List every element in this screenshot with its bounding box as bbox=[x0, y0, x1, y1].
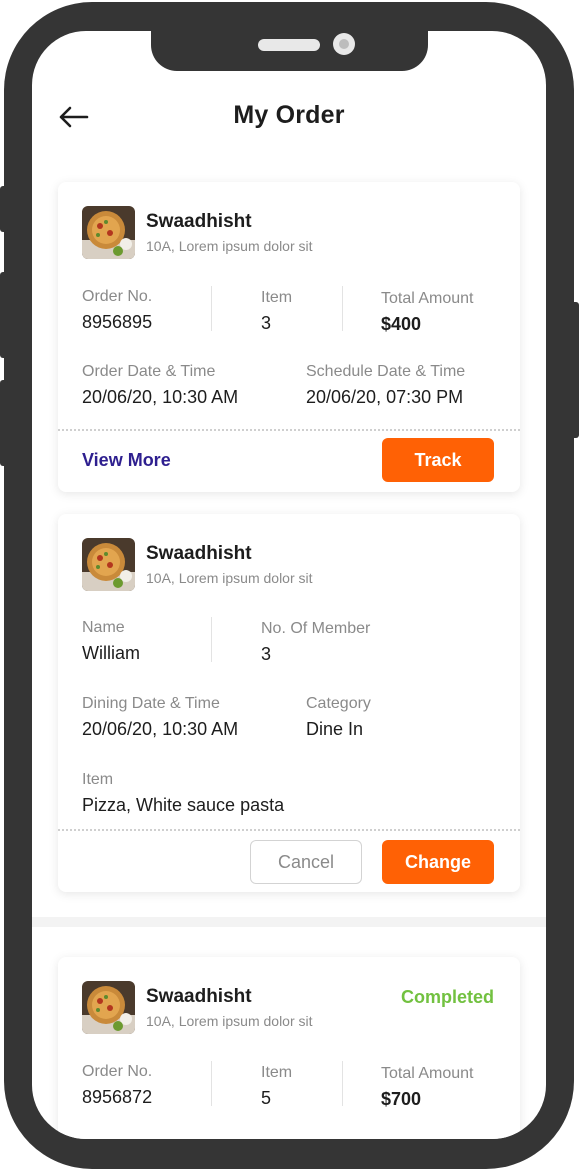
front-camera bbox=[333, 33, 355, 55]
name-value: William bbox=[82, 643, 140, 663]
phone-power-button bbox=[571, 302, 579, 438]
schedule-date-value: 20/06/20, 07:30 PM bbox=[306, 387, 464, 407]
members-value: 3 bbox=[261, 644, 272, 664]
item-count: 5 bbox=[261, 1088, 272, 1108]
food-thumbnail bbox=[82, 981, 135, 1034]
dining-date-label: Dining Date & Time bbox=[82, 695, 220, 712]
restaurant-name: Swaadhisht bbox=[146, 211, 252, 232]
dotted-divider bbox=[58, 429, 520, 431]
order-card: Swaadhisht 10A, Lorem ipsum dolor sit Co… bbox=[58, 957, 520, 1139]
order-no-value: 8956895 bbox=[82, 312, 153, 332]
app-screen: My Order Swaadhisht 10A, Lorem ipsum dol… bbox=[32, 31, 546, 1139]
order-card: Swaadhisht 10A, Lorem ipsum dolor sit Or… bbox=[58, 182, 520, 492]
section-divider bbox=[32, 917, 546, 927]
item-label: Item bbox=[261, 1064, 293, 1081]
dotted-divider bbox=[58, 829, 520, 831]
phone-mute-button bbox=[0, 186, 8, 232]
phone-notch bbox=[151, 28, 428, 71]
phone-volume-up-button bbox=[0, 272, 8, 358]
item-label: Item bbox=[261, 289, 293, 306]
category-value: Dine In bbox=[306, 719, 364, 739]
members-label: No. Of Member bbox=[261, 620, 371, 637]
restaurant-address: 10A, Lorem ipsum dolor sit bbox=[146, 1013, 313, 1029]
order-date-label: Order Date & Time bbox=[82, 363, 216, 380]
order-no-label: Order No. bbox=[82, 1063, 153, 1080]
divider bbox=[211, 617, 212, 662]
order-no-value: 8956872 bbox=[82, 1087, 153, 1107]
status-badge: Completed bbox=[400, 987, 494, 1007]
total-amount-value: $400 bbox=[381, 314, 422, 334]
order-date-value: 20/06/20, 10:30 AM bbox=[82, 387, 239, 407]
view-more-link[interactable]: View More bbox=[82, 450, 171, 471]
schedule-date-label: Schedule Date & Time bbox=[306, 363, 466, 380]
items-label: Item bbox=[82, 771, 114, 788]
items-value: Pizza, White sauce pasta bbox=[82, 795, 285, 815]
divider bbox=[342, 1061, 343, 1106]
category-label: Category bbox=[306, 695, 371, 712]
change-button[interactable]: Change bbox=[382, 840, 494, 884]
page-title: My Order bbox=[233, 101, 345, 129]
divider bbox=[211, 286, 212, 331]
restaurant-name: Swaadhisht bbox=[146, 543, 252, 564]
total-amount-label: Total Amount bbox=[381, 1065, 474, 1082]
divider bbox=[211, 1061, 212, 1106]
speaker-grille bbox=[258, 39, 320, 51]
total-amount-label: Total Amount bbox=[381, 290, 474, 307]
reservation-card: Swaadhisht 10A, Lorem ipsum dolor sit Na… bbox=[58, 514, 520, 892]
restaurant-address: 10A, Lorem ipsum dolor sit bbox=[146, 238, 313, 254]
dining-date-value: 20/06/20, 10:30 AM bbox=[82, 719, 239, 739]
item-count: 3 bbox=[261, 313, 272, 333]
track-button[interactable]: Track bbox=[382, 438, 494, 482]
divider bbox=[342, 286, 343, 331]
name-label: Name bbox=[82, 619, 125, 636]
restaurant-address: 10A, Lorem ipsum dolor sit bbox=[146, 570, 313, 586]
order-no-label: Order No. bbox=[82, 288, 153, 305]
total-amount-value: $700 bbox=[381, 1089, 422, 1109]
cancel-button[interactable]: Cancel bbox=[250, 840, 362, 884]
food-thumbnail bbox=[82, 206, 135, 259]
food-thumbnail bbox=[82, 538, 135, 591]
phone-volume-down-button bbox=[0, 380, 8, 466]
restaurant-name: Swaadhisht bbox=[146, 986, 252, 1007]
